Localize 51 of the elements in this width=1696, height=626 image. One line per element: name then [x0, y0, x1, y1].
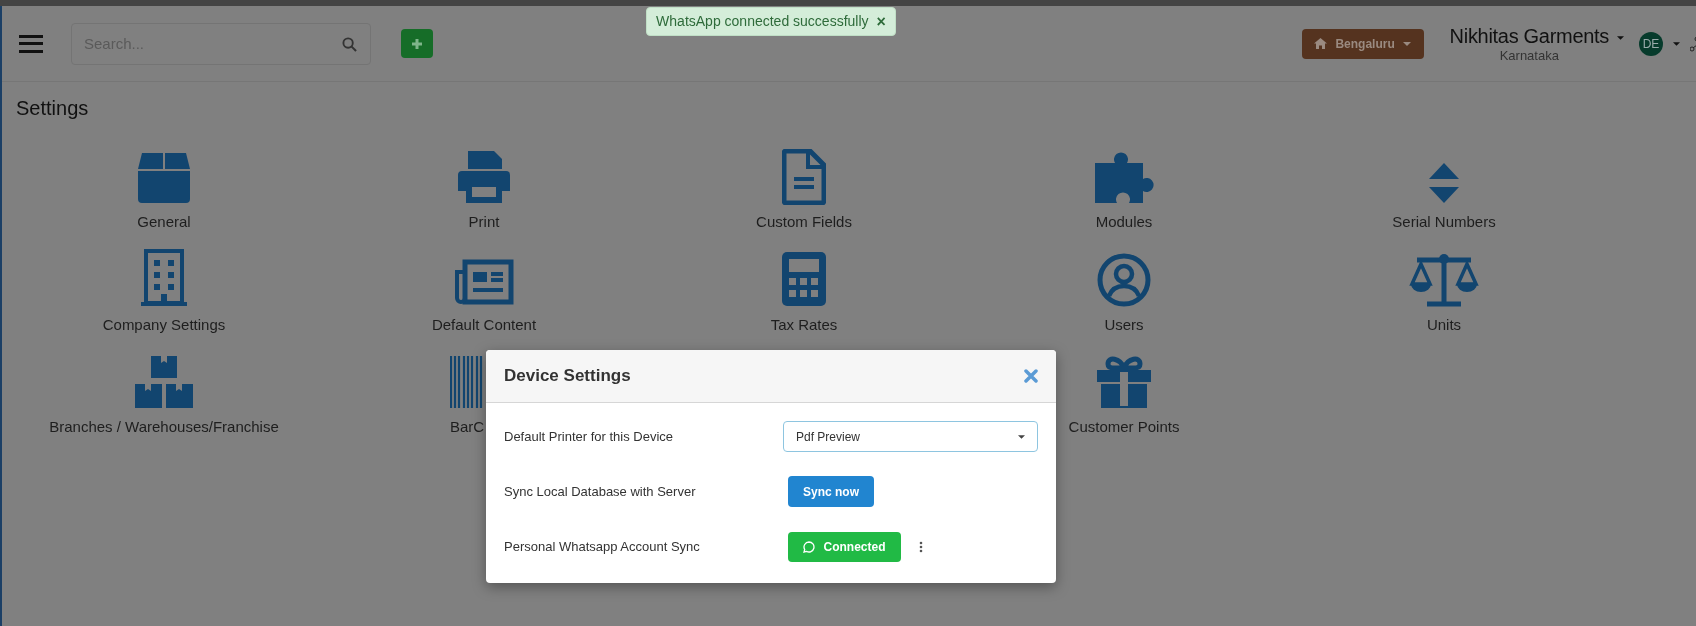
close-button[interactable]: ×	[876, 13, 886, 30]
more-options-icon[interactable]	[919, 540, 923, 553]
add-button[interactable]	[401, 29, 433, 58]
user-circle-icon[interactable]	[1096, 251, 1152, 308]
caret-icon	[1402, 41, 1411, 46]
calculator-icon[interactable]	[780, 249, 828, 308]
plus-icon	[411, 37, 423, 50]
company-name[interactable]: Nikhitas Garments	[1449, 24, 1609, 48]
region-name: Karnataka	[1499, 48, 1559, 63]
whatsapp-connected-button[interactable]: Connected	[788, 531, 901, 562]
up-down-arrows-icon[interactable]	[1427, 161, 1461, 205]
menu-icon[interactable]	[19, 34, 43, 53]
settings-tile-label[interactable]: Modules	[1095, 211, 1153, 234]
settings-tile-label[interactable]: Units	[1426, 313, 1462, 336]
setting-label: Sync Local Database with Server	[504, 482, 697, 501]
boxes-icon[interactable]	[133, 354, 195, 410]
caret-icon	[1018, 434, 1025, 439]
setting-label: Personal Whatsapp Account Sync	[504, 537, 701, 556]
settings-tile-label[interactable]: General	[137, 211, 191, 234]
chat-bubble-icon	[803, 540, 816, 553]
caret-icon[interactable]	[1673, 41, 1680, 46]
printer-dropdown[interactable]: Pdf Preview	[783, 421, 1038, 452]
setting-label: Default Printer for this Device	[504, 427, 675, 446]
settings-tile-label[interactable]: Serial Numbers	[1392, 211, 1496, 234]
page-title: Settings	[16, 96, 90, 121]
puzzle-piece-icon[interactable]	[1093, 149, 1155, 205]
search-icon	[342, 36, 357, 52]
home-icon	[1314, 38, 1328, 49]
settings-tile-label[interactable]: Print	[468, 211, 500, 234]
branch-dropdown-button[interactable]: Bengaluru	[1301, 28, 1424, 59]
scales-icon[interactable]	[1409, 251, 1479, 308]
dialog-title: Device Settings	[504, 365, 632, 388]
barcode-icon[interactable]	[450, 354, 484, 410]
settings-tile-label[interactable]: Custom Fields	[756, 211, 852, 234]
settings-tile-label[interactable]: Users	[1104, 313, 1144, 336]
settings-tile-label[interactable]: Default Content	[431, 313, 537, 336]
settings-tile-label[interactable]: Company Settings	[102, 313, 226, 336]
building-icon[interactable]	[140, 247, 188, 308]
newspaper-icon[interactable]	[453, 257, 515, 308]
sync-now-button[interactable]: Sync now	[788, 476, 874, 507]
caret-icon[interactable]	[1617, 35, 1624, 40]
settings-tile-label[interactable]: BarC	[450, 416, 485, 439]
user-avatar[interactable]: DE	[1639, 31, 1663, 56]
gift-icon[interactable]	[1095, 354, 1153, 410]
settings-tile-label[interactable]: Customer Points	[1068, 416, 1180, 439]
settings-tile-label[interactable]: Tax Rates	[770, 313, 838, 336]
document-icon[interactable]	[782, 149, 826, 205]
settings-tile-label[interactable]: Branches / Warehouses/Franchise	[49, 416, 279, 439]
printer-icon[interactable]	[456, 149, 512, 205]
close-icon[interactable]	[1024, 369, 1038, 383]
toast-message: WhatsApp connected successfully	[656, 12, 869, 31]
